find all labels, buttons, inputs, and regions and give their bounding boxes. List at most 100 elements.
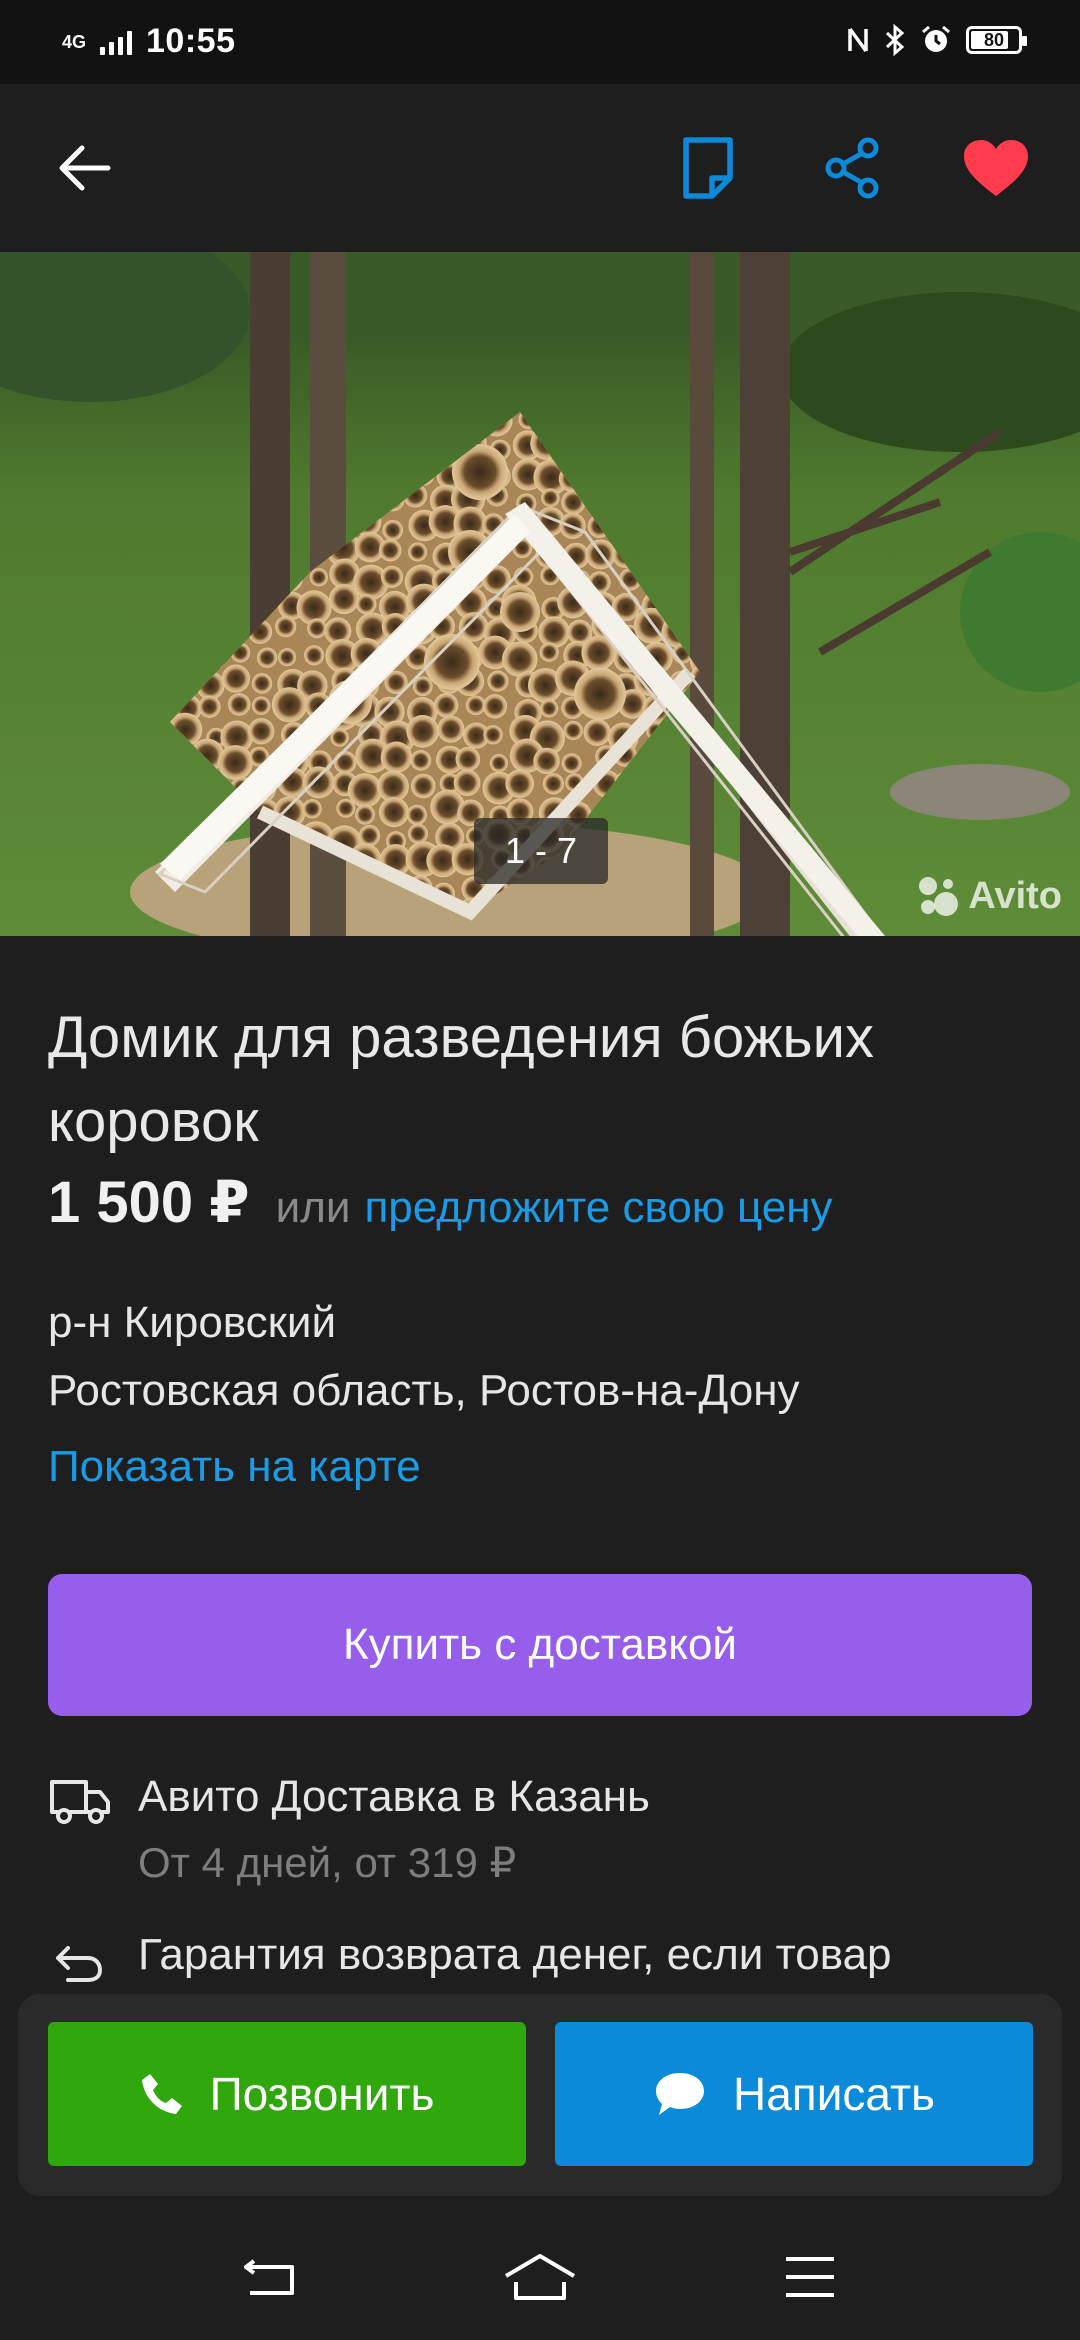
tube-hole [329,584,360,615]
tube-hole [540,699,559,718]
tube-hole [489,754,508,773]
tube-hole [251,673,273,694]
tube-hole [411,773,436,799]
nav-home-button[interactable] [500,2242,580,2312]
tube-hole [221,664,251,693]
tube-hole [251,696,271,715]
tube-hole [275,616,297,638]
price-or: или [275,1183,351,1232]
tube-hole [302,799,322,819]
price-row: 1 500 ₽ или предложите свою цену [48,1168,833,1236]
tube-hole [408,542,428,562]
avito-watermark: Avito [916,874,1062,918]
district: р-н Кировский [48,1298,337,1347]
truck-icon [48,1776,112,1831]
avito-logo-icon [919,877,959,916]
tube-hole [302,766,335,799]
contact-panel: Позвонить Написать [18,1994,1062,2196]
region: Ростовская область, Ростов-на-Дону [48,1366,800,1415]
tube-hole [256,647,278,668]
home-icon [504,2254,576,2300]
watermark-text: Avito [968,874,1062,917]
battery-icon: 80 [966,26,1027,54]
tube-hole [309,568,329,587]
tube-hole [198,695,221,718]
status-bar: 4G 10:55 80 [0,0,1080,84]
tube-hole [380,741,413,773]
tube-hole [333,751,357,774]
top-toolbar [0,84,1080,252]
tube-hole [455,746,481,772]
listing-title: Домик для разведения божьих коровок [48,1005,875,1154]
alarm-icon [922,25,950,52]
price: 1 500 ₽ [48,1170,250,1235]
tube-hole [453,769,481,797]
buy-with-delivery-button[interactable]: Купить с доставкой [48,1574,1032,1716]
menu-icon [786,2257,834,2297]
tube-hole [533,747,560,775]
delivery-title: Авито Доставка в Казань [138,1772,650,1821]
clock: 10:55 [146,22,236,60]
share-button[interactable] [812,128,892,208]
note-button[interactable] [668,128,748,208]
listing-photo[interactable]: 1 - 7 Avito [0,252,1080,936]
status-right: 80 [846,24,1027,56]
back-arrow-icon [59,145,111,191]
money-back-guarantee: Гарантия возврата денег, если товар [138,1930,892,1979]
heart-icon [964,140,1028,196]
tube-hole [500,592,540,632]
note-icon [683,137,733,199]
tube-hole [358,824,381,847]
tube-hole [379,539,402,562]
tube-hole [487,670,509,692]
tube-hole [336,798,356,818]
tube-hole [218,745,253,780]
tube-hole [410,750,432,771]
phone-icon [141,2074,182,2114]
tube-hole [278,648,297,667]
tube-hole [248,718,275,745]
chat-bubble-icon [655,2073,704,2115]
tube-hole [561,753,582,774]
photo-counter: 1 - 7 [474,818,608,884]
call-label: Позвонить [209,2068,435,2120]
delivery-subtitle: От 4 дней, от 319 ₽ [138,1839,517,1886]
favorite-button[interactable] [956,128,1036,208]
tube-hole [483,725,503,745]
tube-hole [227,693,251,716]
tube-hole [382,519,404,541]
tube-hole [380,565,404,588]
tube-hole [379,797,409,828]
signal-icon [100,29,133,55]
show-on-map-link[interactable]: Показать на карте [48,1442,421,1492]
offer-price-link[interactable]: предложите свою цену [364,1183,832,1233]
share-icon [825,137,879,199]
nav-back-button[interactable] [230,2242,310,2312]
tube-hole [307,618,327,639]
back-button[interactable] [44,128,124,208]
battery-text: 80 [983,29,1005,50]
status-left: 4G 10:55 [62,22,235,61]
tube-hole [539,642,559,662]
write-button[interactable]: Написать [555,2022,1033,2166]
tube-hole [574,668,626,720]
nfc-icon [848,27,868,53]
tube-hole [406,715,439,748]
tube-hole [465,695,486,716]
tube-hole [271,687,308,723]
system-nav-bar [0,2214,1080,2340]
call-button[interactable]: Позвонить [48,2022,526,2166]
tube-hole [542,773,565,795]
tube-hole [538,616,570,648]
tube-hole [583,718,611,746]
tube-hole [355,804,376,825]
return-icon [54,1944,102,1989]
tube-hole [437,715,465,743]
tube-hole [505,769,534,799]
back-icon [244,2259,294,2295]
tube-hole [563,720,583,741]
tube-hole [304,645,325,666]
network-type: 4G [62,31,87,52]
nav-menu-button[interactable] [770,2242,850,2312]
bluetooth-icon [885,24,905,56]
